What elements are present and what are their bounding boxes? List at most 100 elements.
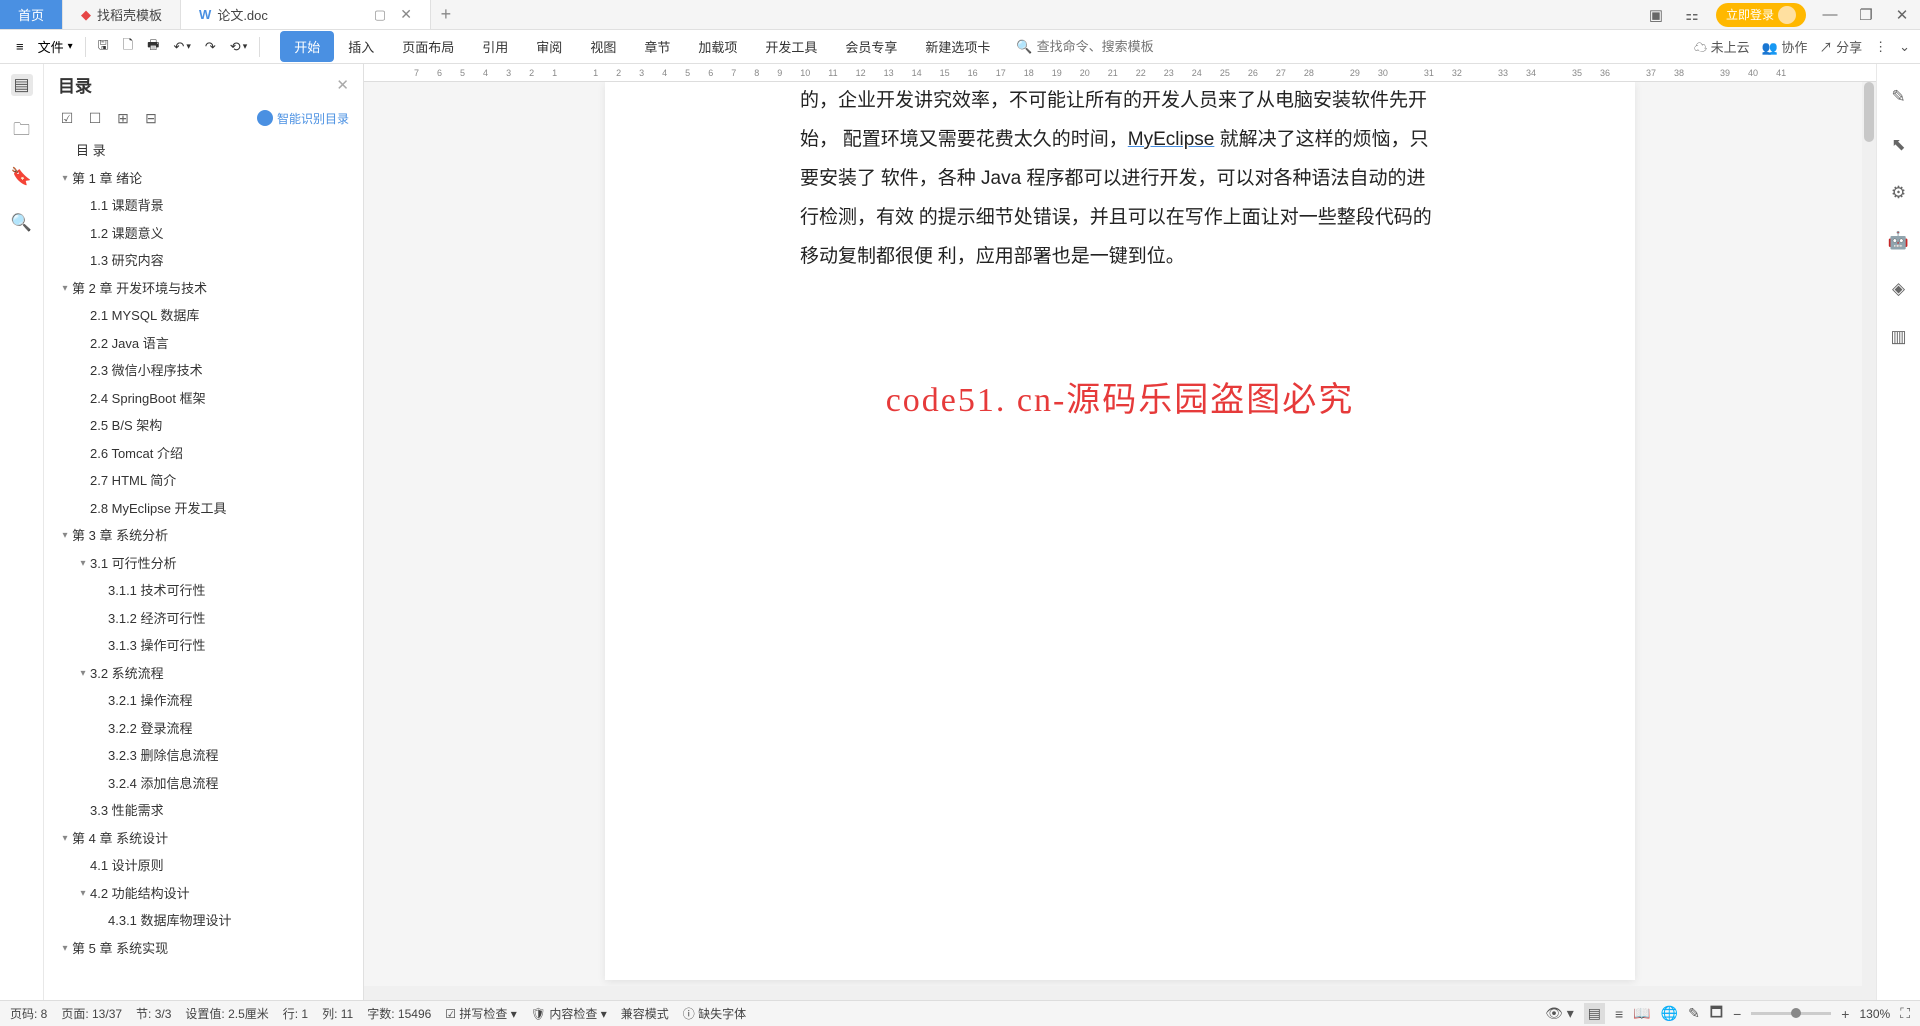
menu-addin[interactable]: 加载项 — [684, 31, 751, 62]
tree-item[interactable]: 2.1 MYSQL 数据库 — [44, 302, 363, 330]
chevron-down-icon[interactable]: ▾ — [76, 556, 90, 571]
status-missingfont[interactable]: ⓘ 缺失字体 — [683, 1005, 746, 1022]
chevron-down-icon[interactable]: ▾ — [76, 666, 90, 681]
tree-item[interactable]: ▾第 1 章 绪论 — [44, 165, 363, 193]
zoom-out-icon[interactable]: − — [1733, 1006, 1741, 1022]
premium-icon[interactable]: ◈ — [1888, 278, 1910, 300]
zoom-slider[interactable] — [1751, 1012, 1831, 1015]
status-contentcheck[interactable]: 🛡 内容检查 ▾ — [531, 1005, 607, 1022]
redo-icon[interactable]: ↷ — [199, 36, 222, 58]
toc-remove-icon[interactable]: ⊟ — [142, 109, 160, 127]
menu-view[interactable]: 视图 — [576, 31, 630, 62]
vertical-scrollbar[interactable] — [1862, 82, 1876, 1000]
tab-restore-icon[interactable]: ▢ — [374, 7, 386, 23]
chevron-down-icon[interactable]: ▾ — [58, 281, 72, 296]
tree-item[interactable]: ▾第 3 章 系统分析 — [44, 522, 363, 550]
status-row[interactable]: 行: 1 — [283, 1005, 308, 1022]
format-painter-icon[interactable]: ⟲▾ — [224, 36, 253, 58]
menu-review[interactable]: 审阅 — [522, 31, 576, 62]
folder-icon[interactable]: 🗀 — [11, 120, 33, 142]
status-page-num[interactable]: 页码: 8 — [10, 1005, 47, 1022]
tree-item[interactable]: 1.1 课题背景 — [44, 192, 363, 220]
page[interactable]: 的，企业开发讲究效率，不可能让所有的开发人员来了从电脑安装软件先开始， 配置环境… — [605, 82, 1635, 980]
smart-toc-button[interactable]: 智能识别目录 — [257, 110, 349, 127]
chevron-down-icon[interactable]: ▾ — [58, 528, 72, 543]
ruler[interactable]: 7654321123456789101112131415161718192021… — [364, 64, 1876, 82]
bookmark-icon[interactable]: 🔖 — [11, 166, 33, 188]
menu-layout[interactable]: 页面布局 — [388, 31, 468, 62]
doc-paragraph[interactable]: 的，企业开发讲究效率，不可能让所有的开发人员来了从电脑安装软件先开始， 配置环境… — [800, 82, 1440, 277]
tree-item[interactable]: 4.1 设计原则 — [44, 852, 363, 880]
tree-item[interactable]: 3.2.1 操作流程 — [44, 687, 363, 715]
outline-view-icon[interactable]: ≡ — [1615, 1006, 1623, 1022]
tree-item[interactable]: 3.1.1 技术可行性 — [44, 577, 363, 605]
cloud-status[interactable]: ☁ 未上云 — [1694, 37, 1750, 56]
draft-view-icon[interactable]: ✎ — [1688, 1005, 1700, 1022]
tree-item[interactable]: 3.1.2 经济可行性 — [44, 605, 363, 633]
hamburger-icon[interactable]: ≡ — [10, 39, 30, 54]
eye-icon[interactable]: 👁 ▾ — [1545, 1005, 1574, 1022]
collab-button[interactable]: 👥 协作 — [1762, 37, 1808, 56]
tree-item[interactable]: 1.2 课题意义 — [44, 220, 363, 248]
more-icon[interactable]: ⋮ — [1874, 39, 1887, 55]
menu-devtools[interactable]: 开发工具 — [751, 31, 831, 62]
file-menu[interactable]: 文件 ▾ — [32, 37, 79, 56]
search-input[interactable] — [1037, 39, 1177, 54]
apps-icon[interactable]: ⚏ — [1674, 0, 1710, 30]
tree-item[interactable]: 2.6 Tomcat 介绍 — [44, 440, 363, 468]
tree-item[interactable]: 2.4 SpringBoot 框架 — [44, 385, 363, 413]
status-page[interactable]: 页面: 13/37 — [61, 1005, 122, 1022]
outline-close-icon[interactable]: ✕ — [336, 76, 349, 94]
status-setting[interactable]: 设置值: 2.5厘米 — [185, 1005, 268, 1022]
menu-member[interactable]: 会员专享 — [831, 31, 911, 62]
tree-item[interactable]: ▾4.2 功能结构设计 — [44, 880, 363, 908]
menu-insert[interactable]: 插入 — [334, 31, 388, 62]
toc-check-icon[interactable]: ☑ — [58, 109, 76, 127]
cursor-icon[interactable]: ⬉ — [1888, 134, 1910, 156]
tree-item[interactable]: 2.8 MyEclipse 开发工具 — [44, 495, 363, 523]
menu-chapter[interactable]: 章节 — [630, 31, 684, 62]
page-view-icon[interactable]: ▤ — [1584, 1003, 1605, 1024]
search-box[interactable]: 🔍 — [1016, 39, 1176, 55]
chevron-down-icon[interactable]: ▾ — [58, 831, 72, 846]
tab-document[interactable]: W 论文.doc ▢ ✕ — [181, 0, 431, 29]
pencil-icon[interactable]: ✎ — [1888, 86, 1910, 108]
tree-item[interactable]: 3.1.3 操作可行性 — [44, 632, 363, 660]
reading-view-icon[interactable]: 📖 — [1633, 1005, 1650, 1022]
menu-newtab[interactable]: 新建选项卡 — [911, 31, 1004, 62]
chevron-down-icon[interactable]: ▾ — [58, 171, 72, 186]
menu-start[interactable]: 开始 — [280, 31, 334, 62]
share-button[interactable]: ↗ 分享 — [1819, 37, 1862, 56]
print-preview-icon[interactable]: 🗋 — [117, 33, 139, 61]
tree-item[interactable]: 3.2.3 删除信息流程 — [44, 742, 363, 770]
toc-root[interactable]: 目 录 — [44, 137, 363, 165]
undo-icon[interactable]: ↶▾ — [167, 36, 196, 58]
tree-item[interactable]: 2.7 HTML 简介 — [44, 467, 363, 495]
status-spellcheck[interactable]: ☑ 拼写检查 ▾ — [445, 1005, 516, 1022]
zoom-thumb[interactable] — [1791, 1008, 1801, 1018]
tree-item[interactable]: ▾3.2 系统流程 — [44, 660, 363, 688]
tree-item[interactable]: 3.2.2 登录流程 — [44, 715, 363, 743]
tree-item[interactable]: ▾第 4 章 系统设计 — [44, 825, 363, 853]
fit-page-icon[interactable]: 🗖 — [1710, 1002, 1723, 1026]
assistant-icon[interactable]: 🤖 — [1888, 230, 1910, 252]
scrollbar-thumb[interactable] — [1864, 82, 1874, 142]
grid-view-icon[interactable]: ▣ — [1638, 0, 1674, 30]
close-window-icon[interactable]: ✕ — [1884, 0, 1920, 30]
chevron-down-icon[interactable]: ▾ — [76, 886, 90, 901]
tab-template[interactable]: ◆ 找稻壳模板 — [63, 0, 181, 29]
toc-expand-icon[interactable]: ☐ — [86, 109, 104, 127]
tree-item[interactable]: 4.3.1 数据库物理设计 — [44, 907, 363, 935]
tree-item[interactable]: 1.3 研究内容 — [44, 247, 363, 275]
settings-icon[interactable]: ⚙ — [1888, 182, 1910, 204]
chevron-down-icon[interactable]: ▾ — [58, 941, 72, 956]
outline-icon[interactable]: ▤ — [11, 74, 33, 96]
tab-home[interactable]: 首页 — [0, 0, 63, 29]
tree-item[interactable]: 3.2.4 添加信息流程 — [44, 770, 363, 798]
login-button[interactable]: 立即登录 — [1716, 3, 1806, 27]
tree-item[interactable]: 2.5 B/S 架构 — [44, 412, 363, 440]
page-container[interactable]: 的，企业开发讲究效率，不可能让所有的开发人员来了从电脑安装软件先开始， 配置环境… — [364, 82, 1876, 1000]
print-icon[interactable]: 🖶 — [141, 33, 165, 61]
tree-item[interactable]: ▾3.1 可行性分析 — [44, 550, 363, 578]
tree-item[interactable]: 2.3 微信小程序技术 — [44, 357, 363, 385]
